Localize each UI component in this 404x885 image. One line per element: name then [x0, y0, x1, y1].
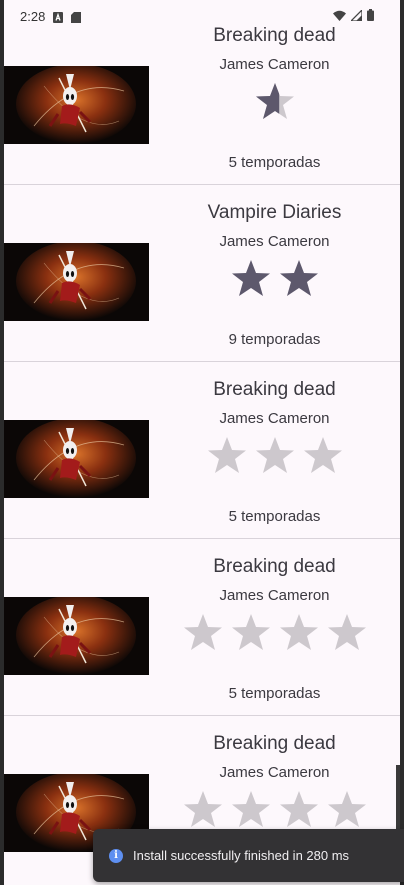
- star-icon: [231, 614, 270, 650]
- show-title: Breaking dead: [213, 25, 336, 46]
- show-title: Vampire Diaries: [207, 202, 342, 223]
- star-icon: [279, 791, 318, 827]
- app-screen: 2:28 Breaking dead James Cameron 5 tempo…: [4, 0, 400, 885]
- show-card[interactable]: Breaking dead James Cameron 5 temporadas: [4, 362, 400, 539]
- show-title: Breaking dead: [213, 556, 336, 577]
- show-author: James Cameron: [219, 56, 330, 73]
- star-icon: [327, 791, 366, 827]
- show-info: Breaking dead James Cameron 5 temporadas: [149, 362, 400, 538]
- show-author: James Cameron: [219, 233, 330, 250]
- star-icon: [207, 437, 246, 473]
- rating-stars: [149, 258, 400, 304]
- info-icon: i: [109, 848, 123, 863]
- poster-image: [4, 420, 149, 498]
- show-info: Vampire Diaries James Cameron 9 temporad…: [149, 185, 400, 361]
- show-seasons: 5 temporadas: [228, 508, 321, 525]
- install-toast: i Install successfully finished in 280 m…: [93, 829, 404, 882]
- poster-thumbnail[interactable]: [4, 66, 149, 144]
- star-icon: [255, 83, 294, 119]
- show-author: James Cameron: [219, 587, 330, 604]
- show-seasons: 9 temporadas: [228, 331, 321, 348]
- show-list[interactable]: Breaking dead James Cameron 5 temporadas…: [4, 8, 400, 885]
- show-info: Breaking dead James Cameron 5 temporadas: [149, 8, 400, 184]
- show-seasons: 5 temporadas: [228, 685, 321, 702]
- show-info: Breaking dead James Cameron 5 temporadas: [149, 539, 400, 715]
- poster-image: [4, 243, 149, 321]
- show-author: James Cameron: [219, 410, 330, 427]
- rating-stars: [149, 612, 400, 658]
- toast-message: Install successfully finished in 280 ms: [133, 848, 350, 863]
- star-icon: [279, 614, 318, 650]
- show-title: Breaking dead: [213, 733, 336, 754]
- star-icon: [231, 260, 270, 296]
- star-icon: [327, 614, 366, 650]
- show-seasons: 5 temporadas: [228, 154, 321, 171]
- show-card[interactable]: Breaking dead James Cameron 5 temporadas: [4, 8, 400, 185]
- star-icon: [183, 614, 222, 650]
- poster-image: [4, 597, 149, 675]
- poster-image: [4, 66, 149, 144]
- show-card[interactable]: Breaking dead James Cameron 5 temporadas: [4, 539, 400, 716]
- poster-thumbnail[interactable]: [4, 597, 149, 675]
- rating-stars: [149, 435, 400, 481]
- poster-thumbnail[interactable]: [4, 243, 149, 321]
- scroll-indicator: [396, 765, 400, 830]
- rating-stars: [149, 81, 400, 127]
- poster-thumbnail[interactable]: [4, 420, 149, 498]
- show-author: James Cameron: [219, 764, 330, 781]
- star-icon: [183, 791, 222, 827]
- show-title: Breaking dead: [213, 379, 336, 400]
- show-card[interactable]: Vampire Diaries James Cameron 9 temporad…: [4, 185, 400, 362]
- star-icon: [279, 260, 318, 296]
- star-icon: [231, 791, 270, 827]
- star-icon: [303, 437, 342, 473]
- star-icon: [255, 437, 294, 473]
